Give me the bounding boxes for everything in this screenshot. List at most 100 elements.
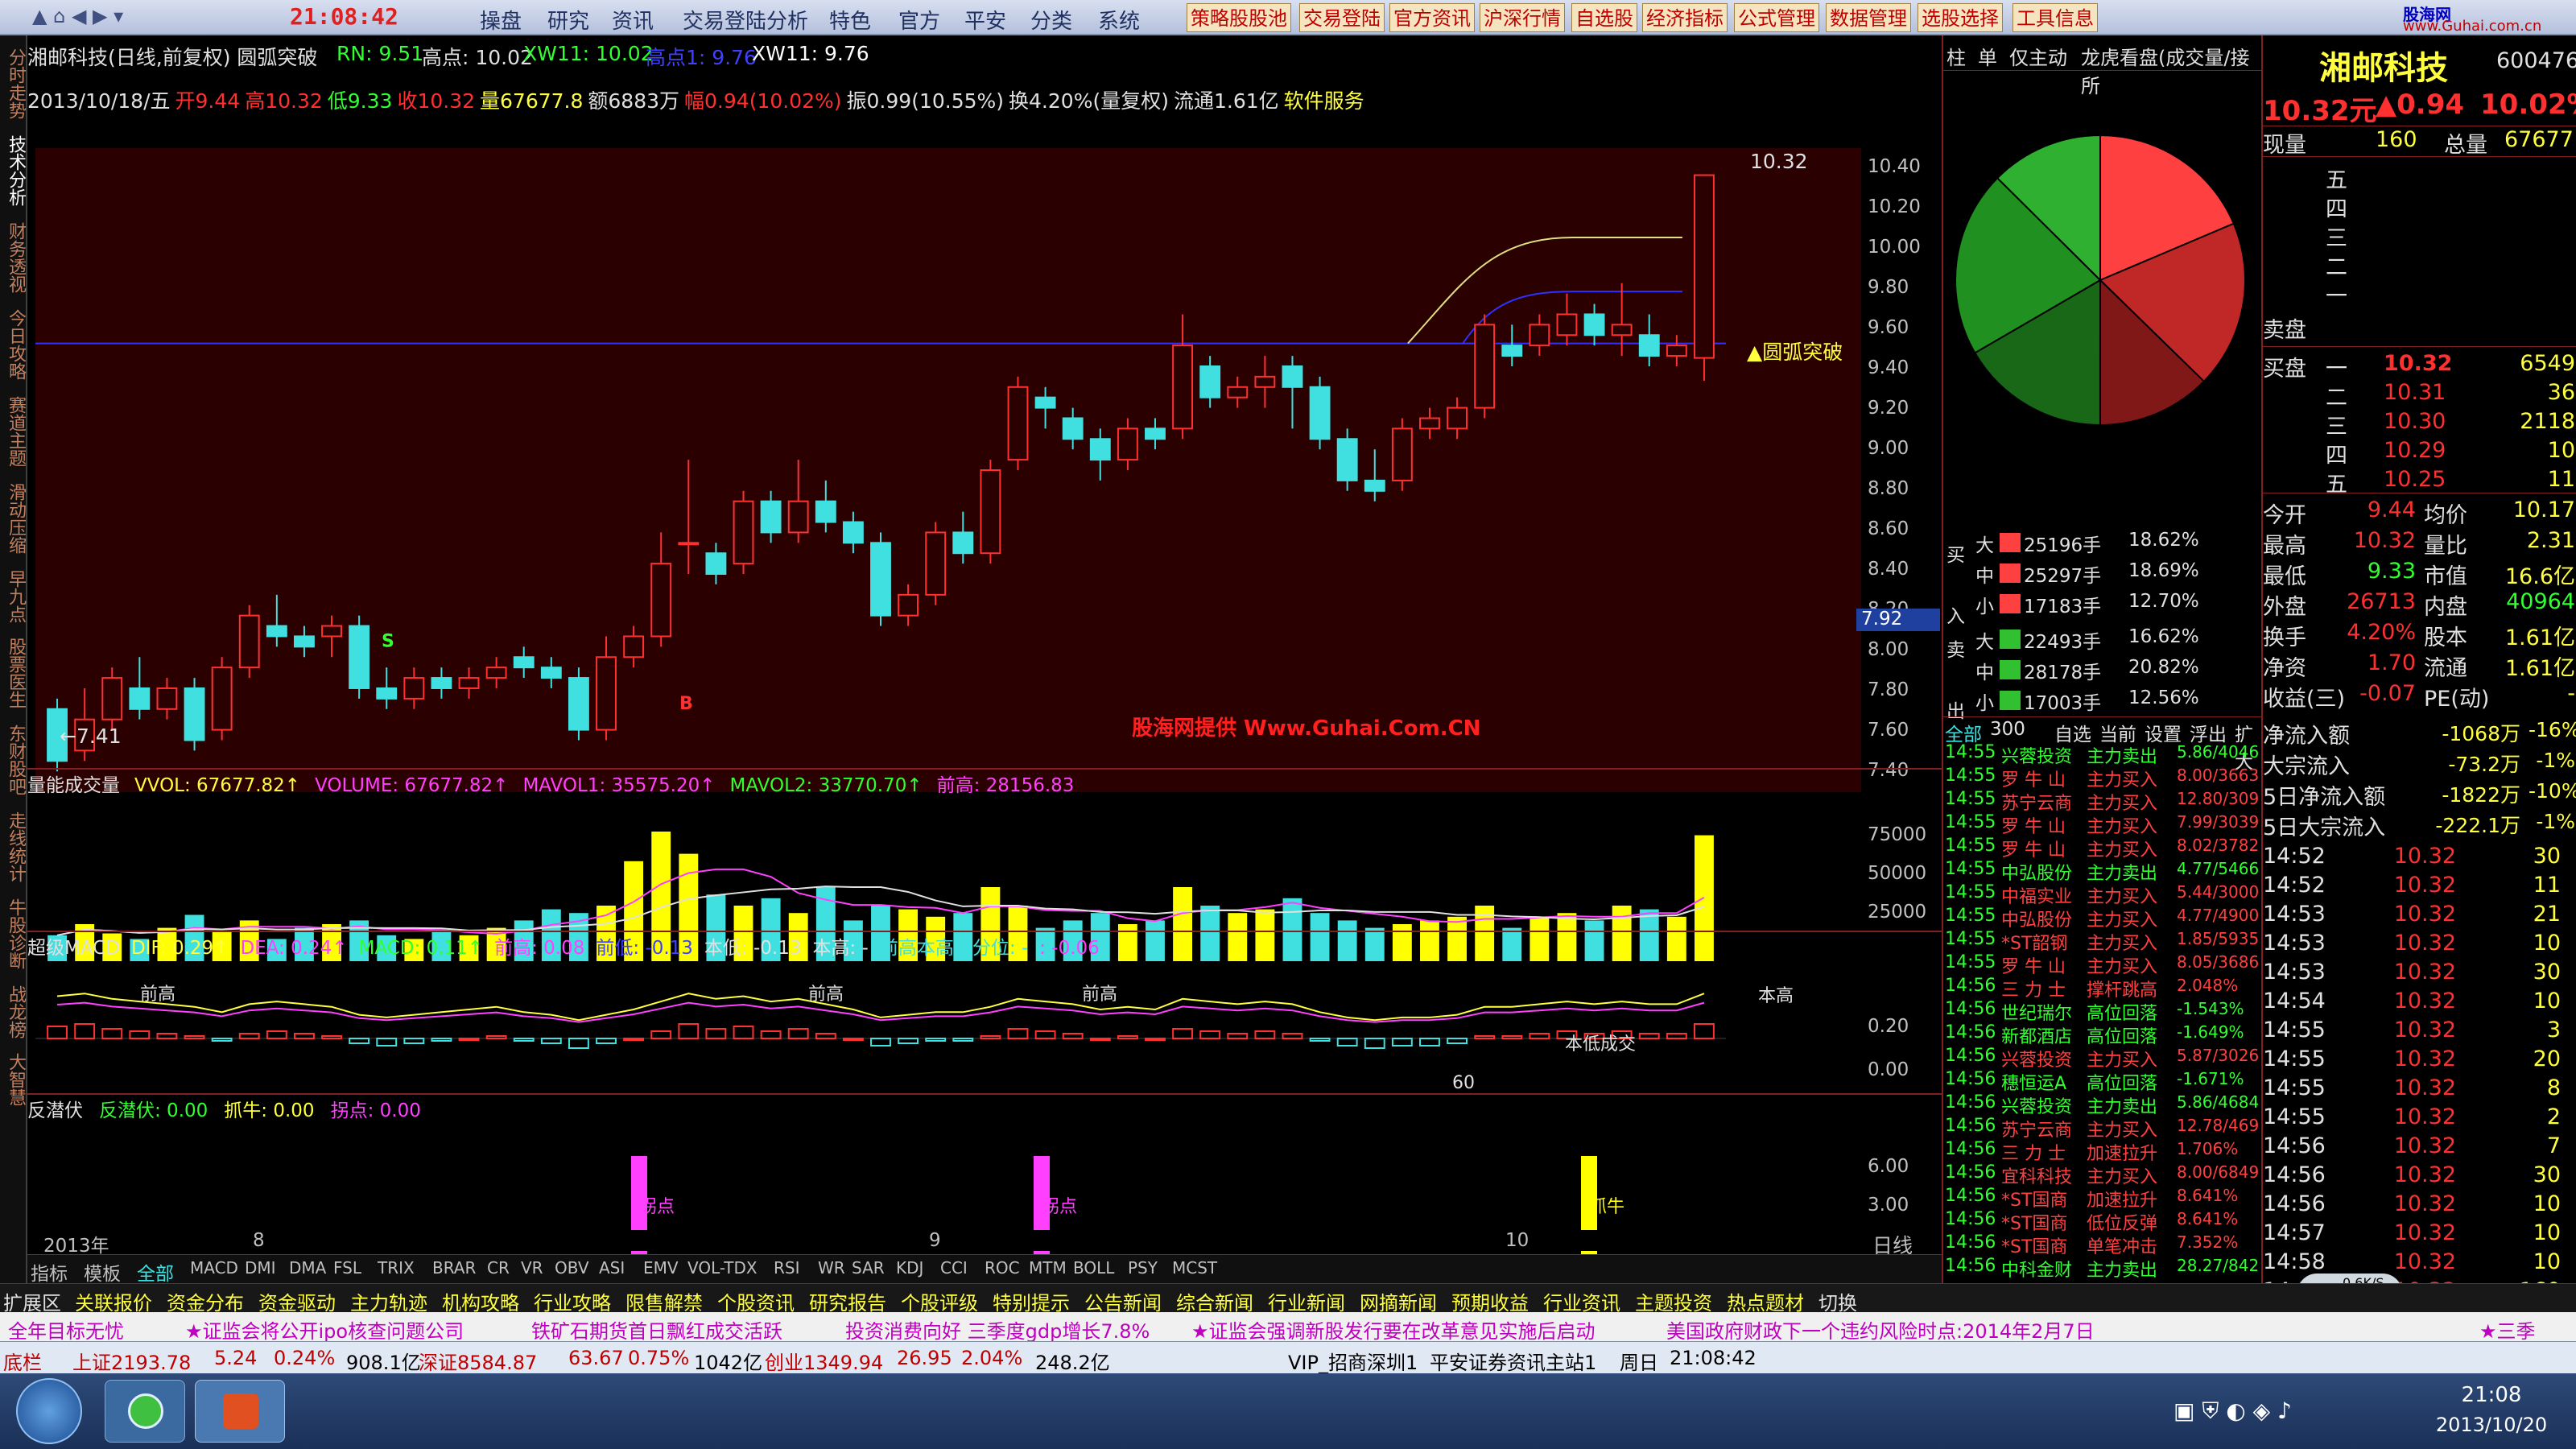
toolbar-button-5[interactable]: 经济指标 [1642,3,1728,32]
menu-item-4[interactable]: 特色 [829,5,871,35]
indicator-tab-18[interactable]: KDJ [896,1258,923,1278]
indicator-tab-16[interactable]: WR [818,1258,845,1278]
start-button[interactable] [16,1378,82,1444]
indicator-tab-12[interactable]: ASI [599,1258,625,1278]
ie-taskbar-button[interactable] [105,1380,185,1443]
extension-tab-4[interactable]: 主力轨迹 [350,1287,427,1315]
extension-tab-0[interactable]: 扩展区 [3,1287,61,1315]
extension-tab-19[interactable]: 热点题材 [1727,1287,1804,1315]
indicator-tab-3[interactable]: MACD [190,1258,238,1278]
menu-item-2[interactable]: 资讯 [612,5,654,35]
toolbar-button-9[interactable]: 工具信息 [2013,3,2098,32]
extension-tab-20[interactable]: 切换 [1818,1287,1857,1315]
indicator-tab-23[interactable]: PSY [1128,1258,1158,1278]
toolbar-button-1[interactable]: 交易登陆 [1299,3,1385,32]
extension-tab-14[interactable]: 行业新闻 [1268,1287,1345,1315]
ticker-item-4[interactable]: ★证监会强调新股发行要在改革意见实施后启动 [1191,1315,1596,1344]
ticker-item-5[interactable]: 美国政府财政下一个违约风险时点:2014年2月7日 [1666,1315,2095,1344]
indicator-tab-21[interactable]: MTM [1029,1258,1067,1278]
ticker-item-3[interactable]: 投资消费向好 三季度gdp增长7.8% [845,1315,1150,1344]
left-nav-item-9[interactable]: 走线统计 [2,811,26,882]
extension-tab-10[interactable]: 个股评级 [901,1287,978,1315]
indicator-tab-15[interactable]: RSI [774,1258,800,1278]
toolbar-button-8[interactable]: 选股选择 [1918,3,2003,32]
ticker-item-6[interactable]: ★三季 [2479,1315,2536,1344]
extension-tab-9[interactable]: 研究报告 [809,1287,886,1315]
indicator-tab-10[interactable]: VR [521,1258,543,1278]
left-nav-item-4[interactable]: 赛道主题 [2,396,26,467]
left-nav-item-8[interactable]: 东财股吧 [2,724,26,795]
nav-arrows-icon[interactable]: ▲ ⌂ ◀ ▶ ▾ [32,5,123,27]
indicator-tab-22[interactable]: BOLL [1073,1258,1114,1278]
toolbar-button-7[interactable]: 数据管理 [1826,3,1911,32]
extension-tab-1[interactable]: 关联报价 [75,1287,152,1315]
news-tab-1[interactable]: 300 [1990,719,2025,740]
indicator-tab-19[interactable]: CCI [940,1258,968,1278]
ticker-item-1[interactable]: ★证监会将公开ipo核查问题公司 [185,1315,464,1344]
left-nav-item-7[interactable]: 股票医生 [2,638,26,708]
extension-tab-8[interactable]: 个股资讯 [717,1287,795,1315]
macd-bar [870,1038,891,1046]
toolbar-button-4[interactable]: 自选股 [1571,3,1637,32]
indicator-tab-0[interactable]: 指标 [31,1258,68,1286]
news-type: 主力买入 [2087,957,2158,977]
extension-tab-12[interactable]: 公告新闻 [1084,1287,1162,1315]
indicator-tab-13[interactable]: EMV [643,1258,679,1278]
menu-item-6[interactable]: 平安 [964,5,1006,35]
left-nav-item-5[interactable]: 滑动压缩 [2,483,26,554]
extension-tab-5[interactable]: 机构攻略 [442,1287,519,1315]
extension-tab-7[interactable]: 限售解禁 [625,1287,703,1315]
indicator-tab-8[interactable]: BRAR [432,1258,476,1278]
left-nav-item-3[interactable]: 今日攻略 [2,309,26,380]
right-tab-0[interactable]: 柱 [1946,42,1966,70]
ticker-item-0[interactable]: 全年目标无忧 [8,1315,124,1344]
left-nav-item-12[interactable]: 大智慧 [2,1053,26,1106]
left-nav-item-1[interactable]: 技术分析 [2,135,26,206]
extension-tab-11[interactable]: 特别提示 [993,1287,1070,1315]
right-tab-2[interactable]: 仅主动 [2009,42,2067,70]
index-label[interactable]: 底栏 [3,1347,42,1375]
right-tab-1[interactable]: 单 [1978,42,1997,70]
menu-item-3[interactable]: 交易登陆分析 [683,5,808,35]
left-nav-item-10[interactable]: 牛股诊断 [2,898,26,969]
extension-tab-13[interactable]: 综合新闻 [1176,1287,1253,1315]
ticker-item-2[interactable]: 铁矿石期货首日飘红成交活跃 [531,1315,782,1344]
left-nav-item-11[interactable]: 战龙榜 [2,985,26,1038]
indicator-tab-7[interactable]: TRIX [378,1258,415,1278]
extension-tab-15[interactable]: 网摘新闻 [1360,1287,1437,1315]
indicator-tab-1[interactable]: 模板 [84,1258,121,1286]
indicator-tab-14[interactable]: VOL-TDX [687,1258,758,1278]
left-nav-item-6[interactable]: 早九点 [2,570,26,623]
menu-item-1[interactable]: 研究 [547,5,589,35]
indicator-tab-20[interactable]: ROC [985,1258,1020,1278]
extension-tab-17[interactable]: 行业资讯 [1543,1287,1620,1315]
extension-tab-16[interactable]: 预期收益 [1451,1287,1529,1315]
kline-chart-area[interactable]: 湘邮科技(日线,前复权) 圆弧突破 RN: 9.51 高点: 10.02 XW1… [27,35,1942,1286]
toolbar-button-2[interactable]: 官方资讯 [1389,3,1475,32]
extension-tab-2[interactable]: 资金分布 [167,1287,244,1315]
indicator-tab-6[interactable]: FSL [333,1258,361,1278]
indicator-tab-24[interactable]: MCST [1172,1258,1217,1278]
left-nav-item-0[interactable]: 分时走势 [2,48,26,119]
indicator-tab-5[interactable]: DMA [289,1258,326,1278]
menu-item-0[interactable]: 操盘 [480,5,522,35]
indicator-tab-11[interactable]: OBV [555,1258,589,1278]
app-taskbar-button[interactable] [195,1380,285,1443]
indicator-tab-4[interactable]: DMI [245,1258,276,1278]
tray-icons[interactable]: ▣ ⛨ ◐ ◈ ♪ [2174,1397,2292,1425]
indicator-tab-2[interactable]: 全部 [137,1258,174,1286]
toolbar-button-0[interactable]: 策略股股池 [1187,3,1291,32]
menu-item-5[interactable]: 官方 [898,5,940,35]
toolbar-button-6[interactable]: 公式管理 [1734,3,1819,32]
macd-plot: 前高 前高 前高本低成交 60 本高 [35,985,1794,1093]
indicator-tab-17[interactable]: SAR [852,1258,885,1278]
extension-tab-6[interactable]: 行业攻略 [534,1287,611,1315]
toolbar-button-3[interactable]: 沪深行情 [1480,3,1565,32]
extension-tab-3[interactable]: 资金驱动 [258,1287,336,1315]
left-nav-item-2[interactable]: 财务透视 [2,222,26,293]
extension-tab-18[interactable]: 主题投资 [1635,1287,1712,1315]
menu-item-7[interactable]: 分类 [1030,5,1072,35]
price-panel[interactable]: SB [35,148,1861,792]
menu-item-8[interactable]: 系统 [1098,5,1140,35]
indicator-tab-9[interactable]: CR [487,1258,510,1278]
